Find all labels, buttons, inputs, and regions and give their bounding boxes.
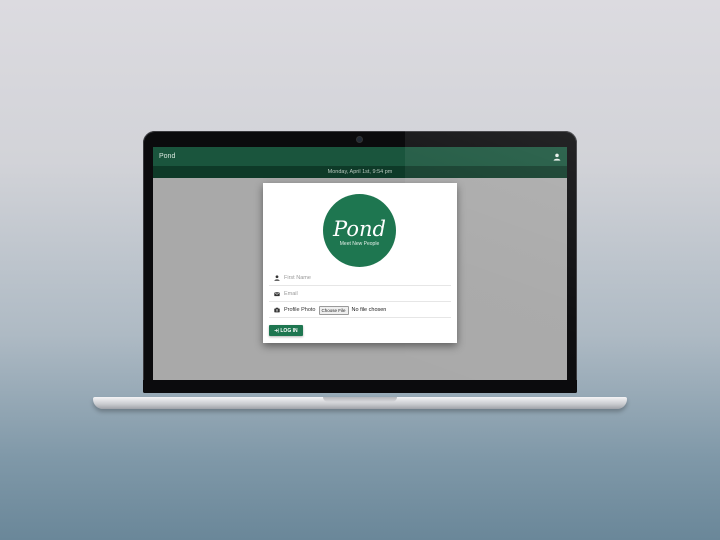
- login-arrow-icon: [274, 328, 280, 333]
- first-name-input[interactable]: [284, 273, 434, 283]
- choose-file-button[interactable]: Choose File: [318, 305, 349, 315]
- file-status-text: No file chosen: [351, 307, 387, 313]
- person-icon: [274, 275, 280, 281]
- envelope-icon: [274, 292, 280, 297]
- app-bar: Pond: [153, 147, 567, 166]
- email-field: [269, 287, 451, 302]
- email-input[interactable]: [284, 289, 434, 299]
- logo-tagline: Meet New People: [339, 240, 380, 247]
- laptop-notch: [323, 397, 397, 402]
- login-card: Pond Meet New People Profil: [263, 183, 457, 343]
- account-icon[interactable]: [553, 153, 561, 161]
- date-text: Monday, April 1st, 9:54 pm: [327, 169, 393, 175]
- camera-icon: [274, 307, 280, 313]
- profile-photo-field: Profile Photo Choose File No file chosen: [269, 303, 451, 318]
- login-button-label: LOG IN: [280, 327, 298, 334]
- first-name-field: [269, 271, 451, 286]
- laptop-chin: [143, 380, 577, 393]
- pond-logo: Pond Meet New People: [323, 194, 396, 267]
- app-brand[interactable]: Pond: [159, 153, 175, 160]
- date-banner: Monday, April 1st, 9:54 pm: [153, 166, 567, 178]
- login-button[interactable]: LOG IN: [269, 325, 303, 336]
- webcam: [357, 137, 362, 142]
- laptop-screen: Pond Monday, April 1st, 9:54 pm Pond Mee…: [153, 147, 567, 380]
- logo-text: Pond: [333, 216, 386, 241]
- profile-photo-label: Profile Photo: [284, 307, 316, 313]
